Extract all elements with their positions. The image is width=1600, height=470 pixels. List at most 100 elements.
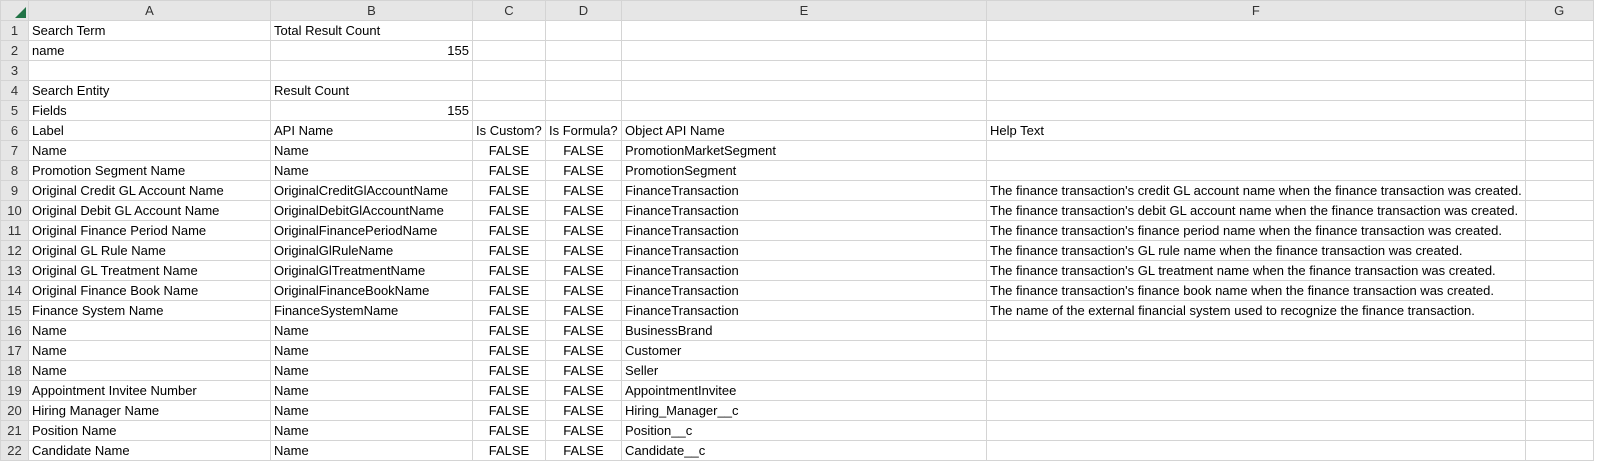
- cell-c[interactable]: FALSE: [472, 200, 546, 221]
- cell-f[interactable]: [986, 20, 1526, 41]
- row-header[interactable]: 8: [0, 160, 29, 181]
- cell-e[interactable]: [621, 40, 987, 61]
- column-header-a[interactable]: A: [28, 0, 271, 21]
- cell-f[interactable]: The finance transaction's finance period…: [986, 220, 1526, 241]
- cell-e[interactable]: Seller: [621, 360, 987, 381]
- cell-b[interactable]: OriginalFinanceBookName: [270, 280, 473, 301]
- row-header[interactable]: 19: [0, 380, 29, 401]
- cell-e[interactable]: Customer: [621, 340, 987, 361]
- cell-b[interactable]: OriginalCreditGlAccountName: [270, 180, 473, 201]
- cell-d[interactable]: FALSE: [545, 140, 622, 161]
- cell-f[interactable]: The finance transaction's finance book n…: [986, 280, 1526, 301]
- cell-c[interactable]: Is Custom?: [472, 120, 546, 141]
- cell-d[interactable]: FALSE: [545, 320, 622, 341]
- row-header[interactable]: 12: [0, 240, 29, 261]
- cell-c[interactable]: FALSE: [472, 180, 546, 201]
- cell-a[interactable]: Appointment Invitee Number: [28, 380, 271, 401]
- cell-d[interactable]: [545, 100, 622, 121]
- cell-a[interactable]: Promotion Segment Name: [28, 160, 271, 181]
- cell-g[interactable]: [1524, 360, 1594, 381]
- cell-g[interactable]: [1524, 320, 1594, 341]
- cell-a[interactable]: Position Name: [28, 420, 271, 441]
- cell-b[interactable]: Total Result Count: [270, 20, 473, 41]
- cell-a[interactable]: Name: [28, 340, 271, 361]
- cell-f[interactable]: The finance transaction's GL treatment n…: [986, 260, 1526, 281]
- row-header[interactable]: 17: [0, 340, 29, 361]
- cell-b[interactable]: Name: [270, 380, 473, 401]
- cell-f[interactable]: [986, 60, 1526, 81]
- cell-f[interactable]: Help Text: [986, 120, 1526, 141]
- cell-a[interactable]: Search Entity: [28, 80, 271, 101]
- cell-c[interactable]: FALSE: [472, 260, 546, 281]
- cell-c[interactable]: FALSE: [472, 340, 546, 361]
- cell-g[interactable]: [1524, 340, 1594, 361]
- cell-f[interactable]: The name of the external financial syste…: [986, 300, 1526, 321]
- cell-a[interactable]: Fields: [28, 100, 271, 121]
- column-header-c[interactable]: C: [472, 0, 546, 21]
- row-header[interactable]: 22: [0, 440, 29, 461]
- row-header[interactable]: 4: [0, 80, 29, 101]
- cell-g[interactable]: [1524, 420, 1594, 441]
- cell-c[interactable]: [472, 60, 546, 81]
- row-header[interactable]: 11: [0, 220, 29, 241]
- cell-b[interactable]: OriginalFinancePeriodName: [270, 220, 473, 241]
- cell-b[interactable]: Name: [270, 160, 473, 181]
- cell-c[interactable]: [472, 80, 546, 101]
- cell-b[interactable]: Name: [270, 440, 473, 461]
- cell-b[interactable]: OriginalGlRuleName: [270, 240, 473, 261]
- cell-c[interactable]: FALSE: [472, 240, 546, 261]
- cell-b[interactable]: OriginalDebitGlAccountName: [270, 200, 473, 221]
- cell-c[interactable]: FALSE: [472, 140, 546, 161]
- cell-f[interactable]: [986, 340, 1526, 361]
- cell-g[interactable]: [1524, 80, 1594, 101]
- column-header-d[interactable]: D: [545, 0, 622, 21]
- select-all-corner[interactable]: [0, 0, 29, 21]
- cell-g[interactable]: [1524, 220, 1594, 241]
- cell-c[interactable]: FALSE: [472, 160, 546, 181]
- cell-e[interactable]: FinanceTransaction: [621, 300, 987, 321]
- cell-b[interactable]: Name: [270, 140, 473, 161]
- cell-c[interactable]: FALSE: [472, 420, 546, 441]
- cell-g[interactable]: [1524, 20, 1594, 41]
- cell-e[interactable]: FinanceTransaction: [621, 260, 987, 281]
- cell-e[interactable]: FinanceTransaction: [621, 280, 987, 301]
- cell-c[interactable]: FALSE: [472, 360, 546, 381]
- row-header[interactable]: 18: [0, 360, 29, 381]
- cell-d[interactable]: FALSE: [545, 220, 622, 241]
- cell-a[interactable]: Name: [28, 360, 271, 381]
- cell-g[interactable]: [1524, 140, 1594, 161]
- row-header[interactable]: 20: [0, 400, 29, 421]
- cell-d[interactable]: [545, 80, 622, 101]
- cell-f[interactable]: The finance transaction's credit GL acco…: [986, 180, 1526, 201]
- cell-a[interactable]: Original GL Rule Name: [28, 240, 271, 261]
- cell-b[interactable]: OriginalGlTreatmentName: [270, 260, 473, 281]
- cell-f[interactable]: [986, 140, 1526, 161]
- cell-a[interactable]: Label: [28, 120, 271, 141]
- cell-c[interactable]: FALSE: [472, 220, 546, 241]
- row-header[interactable]: 7: [0, 140, 29, 161]
- cell-a[interactable]: Name: [28, 140, 271, 161]
- cell-d[interactable]: FALSE: [545, 200, 622, 221]
- row-header[interactable]: 9: [0, 180, 29, 201]
- cell-f[interactable]: [986, 440, 1526, 461]
- cell-e[interactable]: PromotionSegment: [621, 160, 987, 181]
- cell-e[interactable]: [621, 20, 987, 41]
- cell-f[interactable]: [986, 380, 1526, 401]
- cell-f[interactable]: [986, 360, 1526, 381]
- cell-d[interactable]: FALSE: [545, 360, 622, 381]
- cell-d[interactable]: FALSE: [545, 260, 622, 281]
- cell-b[interactable]: Name: [270, 420, 473, 441]
- cell-e[interactable]: [621, 60, 987, 81]
- cell-d[interactable]: [545, 40, 622, 61]
- cell-e[interactable]: FinanceTransaction: [621, 240, 987, 261]
- cell-a[interactable]: Original Debit GL Account Name: [28, 200, 271, 221]
- cell-b[interactable]: FinanceSystemName: [270, 300, 473, 321]
- cell-g[interactable]: [1524, 200, 1594, 221]
- column-header-g[interactable]: G: [1524, 0, 1594, 21]
- cell-g[interactable]: [1524, 100, 1594, 121]
- cell-c[interactable]: [472, 100, 546, 121]
- row-header[interactable]: 6: [0, 120, 29, 141]
- cell-e[interactable]: FinanceTransaction: [621, 200, 987, 221]
- cell-a[interactable]: [28, 60, 271, 81]
- cell-d[interactable]: FALSE: [545, 380, 622, 401]
